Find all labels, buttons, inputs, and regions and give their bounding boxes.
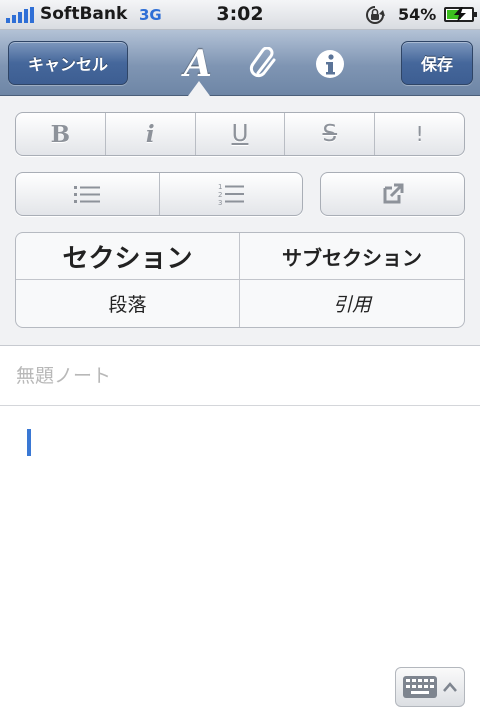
bulleted-list-icon <box>74 186 101 203</box>
highlight-button[interactable]: ! <box>375 113 464 155</box>
quote-style-button[interactable]: 引用 <box>240 280 464 327</box>
format-panel: B i U S ! 1 2 3 セクション サブセクション 段落 引用 <box>0 96 480 346</box>
battery-percent: 54% <box>398 5 437 24</box>
heading-style-grid: セクション サブセクション 段落 引用 <box>15 232 465 328</box>
external-link-icon <box>383 183 403 204</box>
text-style-bar: B i U S ! <box>15 112 465 156</box>
note-body-editor[interactable] <box>0 407 480 720</box>
popover-caret <box>188 81 210 96</box>
numbered-list-icon: 1 2 3 <box>218 183 244 206</box>
chevron-up-icon <box>443 682 457 692</box>
bulleted-list-button[interactable] <box>16 173 160 215</box>
subsection-heading-button[interactable]: サブセクション <box>240 233 464 280</box>
info-glyph <box>316 50 344 78</box>
insert-link-button[interactable] <box>321 173 464 215</box>
network-type: 3G <box>139 6 162 24</box>
carrier-name: SoftBank <box>40 4 128 24</box>
save-button[interactable]: 保存 <box>401 41 473 85</box>
navigation-bar: キャンセル A 保存 <box>0 30 480 96</box>
info-icon[interactable] <box>310 44 350 84</box>
font-format-icon[interactable]: A <box>178 43 218 85</box>
text-cursor <box>27 429 31 456</box>
section-heading-button[interactable]: セクション <box>16 233 240 280</box>
numbered-list-button[interactable]: 1 2 3 <box>160 173 303 215</box>
paperclip-glyph <box>249 47 276 78</box>
keyboard-toggle-button[interactable] <box>395 667 465 707</box>
battery-charging-icon <box>444 7 477 22</box>
font-format-glyph: A <box>184 43 212 85</box>
svg-text:3: 3 <box>218 199 222 206</box>
bold-button[interactable]: B <box>16 113 106 155</box>
svg-text:1: 1 <box>218 183 222 191</box>
strikethrough-button[interactable]: S <box>285 113 376 155</box>
rotation-lock-icon <box>366 6 385 24</box>
underline-button[interactable]: U <box>196 113 286 155</box>
italic-button[interactable]: i <box>106 113 196 155</box>
paragraph-style-button[interactable]: 段落 <box>16 280 240 327</box>
cancel-button[interactable]: キャンセル <box>8 41 128 85</box>
paperclip-icon[interactable] <box>244 44 284 84</box>
charging-bolt-icon <box>454 7 466 22</box>
list-style-bar: 1 2 3 <box>15 172 303 216</box>
keyboard-icon <box>403 676 437 698</box>
signal-bars-icon <box>6 7 36 23</box>
note-title-input[interactable] <box>0 346 480 406</box>
svg-text:2: 2 <box>218 191 222 199</box>
insert-link-bar <box>320 172 465 216</box>
status-bar: SoftBank 3G 3:02 54% <box>0 0 480 30</box>
